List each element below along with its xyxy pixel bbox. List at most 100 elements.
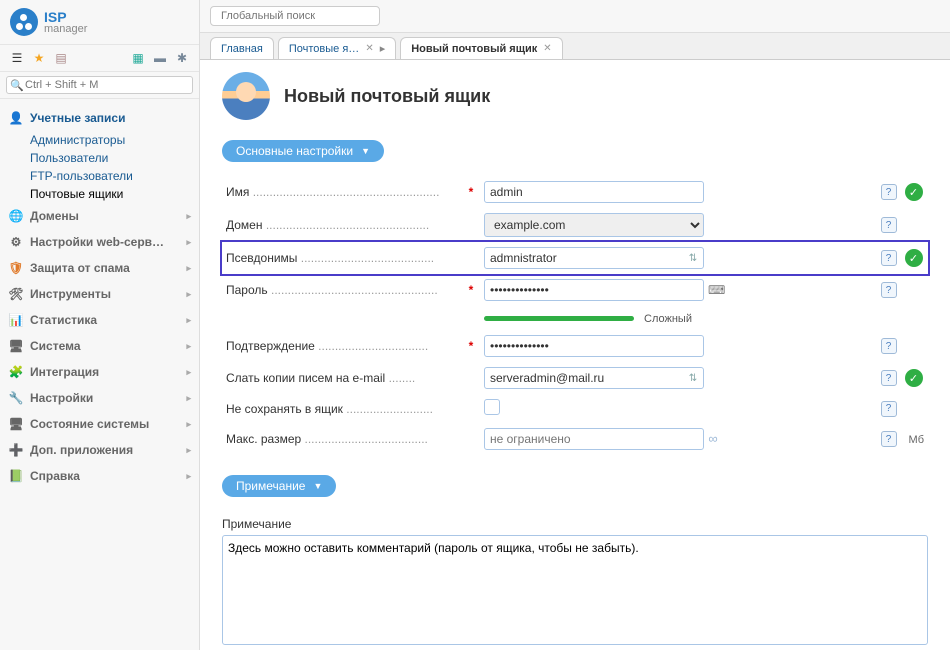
sidebar-group-label: Интеграция	[30, 365, 99, 379]
sidebar-group-integration[interactable]: 🧩 Интеграция ▸	[0, 359, 199, 385]
topbar	[200, 0, 950, 33]
sidebar-item-ftp[interactable]: FTP-пользователи	[0, 167, 199, 185]
aliases-input[interactable]	[484, 247, 704, 269]
chevron-right-icon: ▸	[186, 211, 191, 222]
sidebar-group-label: Состояние системы	[30, 417, 149, 431]
help-icon[interactable]: ?	[881, 217, 897, 233]
sidebar-group-state[interactable]: 🖥 Состояние системы ▸	[0, 411, 199, 437]
avatar-icon	[222, 72, 270, 120]
chart-icon: 📊	[8, 312, 24, 328]
sidebar-group-antispam[interactable]: 🛡 Защита от спама ▸	[0, 255, 199, 281]
help-icon[interactable]: ?	[881, 401, 897, 417]
chevron-right-icon: ▸	[186, 471, 191, 482]
tabs-bar: Главная Почтовые я… ✕ ▸ Новый почтовый ящи…	[200, 33, 950, 60]
gear-icon: ⚙	[8, 234, 24, 250]
name-input[interactable]	[484, 181, 704, 203]
note-textarea[interactable]: Здесь можно оставить комментарий (пароль…	[222, 535, 928, 645]
nosave-checkbox[interactable]	[484, 399, 500, 415]
book-icon: 📗	[8, 468, 24, 484]
global-search-input[interactable]	[210, 6, 380, 26]
chevron-right-icon: ▸	[186, 393, 191, 404]
label-name: Имя	[226, 185, 249, 199]
sidebar-group-system[interactable]: 🖥 Система ▸	[0, 333, 199, 359]
help-icon[interactable]: ?	[881, 370, 897, 386]
label-maxsize: Макс. размер	[226, 432, 301, 446]
toolbar-clipboard-icon[interactable]: ▤	[52, 49, 70, 67]
sidebar-group-stats[interactable]: 📊 Статистика ▸	[0, 307, 199, 333]
chevron-right-icon: ▸	[380, 42, 386, 55]
sidebar-item-mailboxes[interactable]: Почтовые ящики	[0, 185, 199, 203]
password-input[interactable]	[484, 279, 704, 301]
sidebar-group-label: Настройки web-серв…	[30, 235, 164, 249]
tab-home[interactable]: Главная	[210, 37, 274, 59]
sidebar-group-label: Защита от спама	[30, 261, 130, 275]
help-icon[interactable]: ?	[881, 282, 897, 298]
confirm-input[interactable]	[484, 335, 704, 357]
check-icon: ✓	[905, 183, 923, 201]
sidebar-item-users[interactable]: Пользователи	[0, 149, 199, 167]
sidebar-group-label: Система	[30, 339, 81, 353]
check-icon: ✓	[905, 369, 923, 387]
sidebar-search-input[interactable]	[6, 76, 193, 94]
stepper-icon[interactable]: ⇅	[686, 253, 700, 264]
sidebar-item-admins[interactable]: Администраторы	[0, 131, 199, 149]
main-area: Главная Почтовые я… ✕ ▸ Новый почтовый ящи…	[200, 0, 950, 650]
chevron-right-icon: ▸	[186, 315, 191, 326]
copies-input[interactable]	[484, 367, 704, 389]
sidebar-group-label: Инструменты	[30, 287, 111, 301]
section-label: Основные настройки	[236, 144, 353, 158]
sidebar-group-label: Учетные записи	[30, 111, 125, 125]
chevron-right-icon: ▸	[186, 419, 191, 430]
toolbar-pin-icon[interactable]: ✱	[173, 49, 191, 67]
sidebar-group-settings[interactable]: 🔧 Настройки ▸	[0, 385, 199, 411]
infinity-icon[interactable]: ∞	[704, 431, 722, 446]
content: Новый почтовый ящик Основные настройки ▼…	[200, 60, 950, 650]
sidebar-group-help[interactable]: 📗 Справка ▸	[0, 463, 199, 489]
monitor-icon: 🖥	[8, 416, 24, 432]
user-icon: 👤	[8, 110, 24, 126]
sidebar-group-accounts[interactable]: 👤 Учетные записи	[0, 105, 199, 131]
tab-mailboxes[interactable]: Почтовые я… ✕ ▸	[278, 37, 396, 59]
toolbar-star-icon[interactable]: ★	[30, 49, 48, 67]
help-icon[interactable]: ?	[881, 431, 897, 447]
generate-password-icon[interactable]: ⌨	[708, 283, 725, 297]
help-icon[interactable]: ?	[881, 250, 897, 266]
sidebar-group-label: Домены	[30, 209, 79, 223]
sidebar-group-domains[interactable]: 🌐 Домены ▸	[0, 203, 199, 229]
label-confirm: Подтверждение	[226, 339, 315, 353]
maxsize-input[interactable]	[484, 428, 704, 450]
close-icon[interactable]: ✕	[543, 43, 551, 54]
close-icon[interactable]: ✕	[365, 43, 373, 54]
chevron-right-icon: ▸	[186, 237, 191, 248]
search-icon: 🔍	[10, 79, 24, 92]
sidebar-group-webserver[interactable]: ⚙ Настройки web-серв… ▸	[0, 229, 199, 255]
chevron-right-icon: ▸	[186, 263, 191, 274]
chevron-right-icon: ▸	[186, 289, 191, 300]
tab-label: Почтовые я…	[289, 43, 359, 55]
domain-select[interactable]: example.com	[484, 213, 704, 237]
label-nosave: Не сохранять в ящик	[226, 402, 343, 416]
help-icon[interactable]: ?	[881, 338, 897, 354]
toolbar-list-icon[interactable]: ☰	[8, 49, 26, 67]
stepper-icon[interactable]: ⇅	[686, 373, 700, 384]
password-strength-label: Сложный	[644, 313, 692, 325]
settings-icon: 🔧	[8, 390, 24, 406]
section-note[interactable]: Примечание ▼	[222, 475, 336, 497]
sidebar-group-tools[interactable]: 🛠 Инструменты ▸	[0, 281, 199, 307]
sidebar-group-label: Статистика	[30, 313, 97, 327]
note-label: Примечание	[222, 517, 928, 531]
page-title: Новый почтовый ящик	[284, 86, 490, 107]
server-icon: 🖥	[8, 338, 24, 354]
help-icon[interactable]: ?	[881, 184, 897, 200]
chevron-down-icon: ▼	[313, 481, 322, 491]
tools-icon: 🛠	[8, 286, 24, 302]
toolbar-plus-icon[interactable]: ▦	[129, 49, 147, 67]
tab-new-mailbox[interactable]: Новый почтовый ящик✕	[400, 37, 562, 59]
chevron-down-icon: ▼	[361, 146, 370, 156]
plus-icon: ➕	[8, 442, 24, 458]
section-main-settings[interactable]: Основные настройки ▼	[222, 140, 384, 162]
toolbar-minus-icon[interactable]: ▬	[151, 49, 169, 67]
unit-label: Мб	[909, 434, 924, 446]
sidebar-group-addons[interactable]: ➕ Доп. приложения ▸	[0, 437, 199, 463]
sidebar-toolbar: ☰ ★ ▤ ▦ ▬ ✱	[0, 44, 199, 72]
